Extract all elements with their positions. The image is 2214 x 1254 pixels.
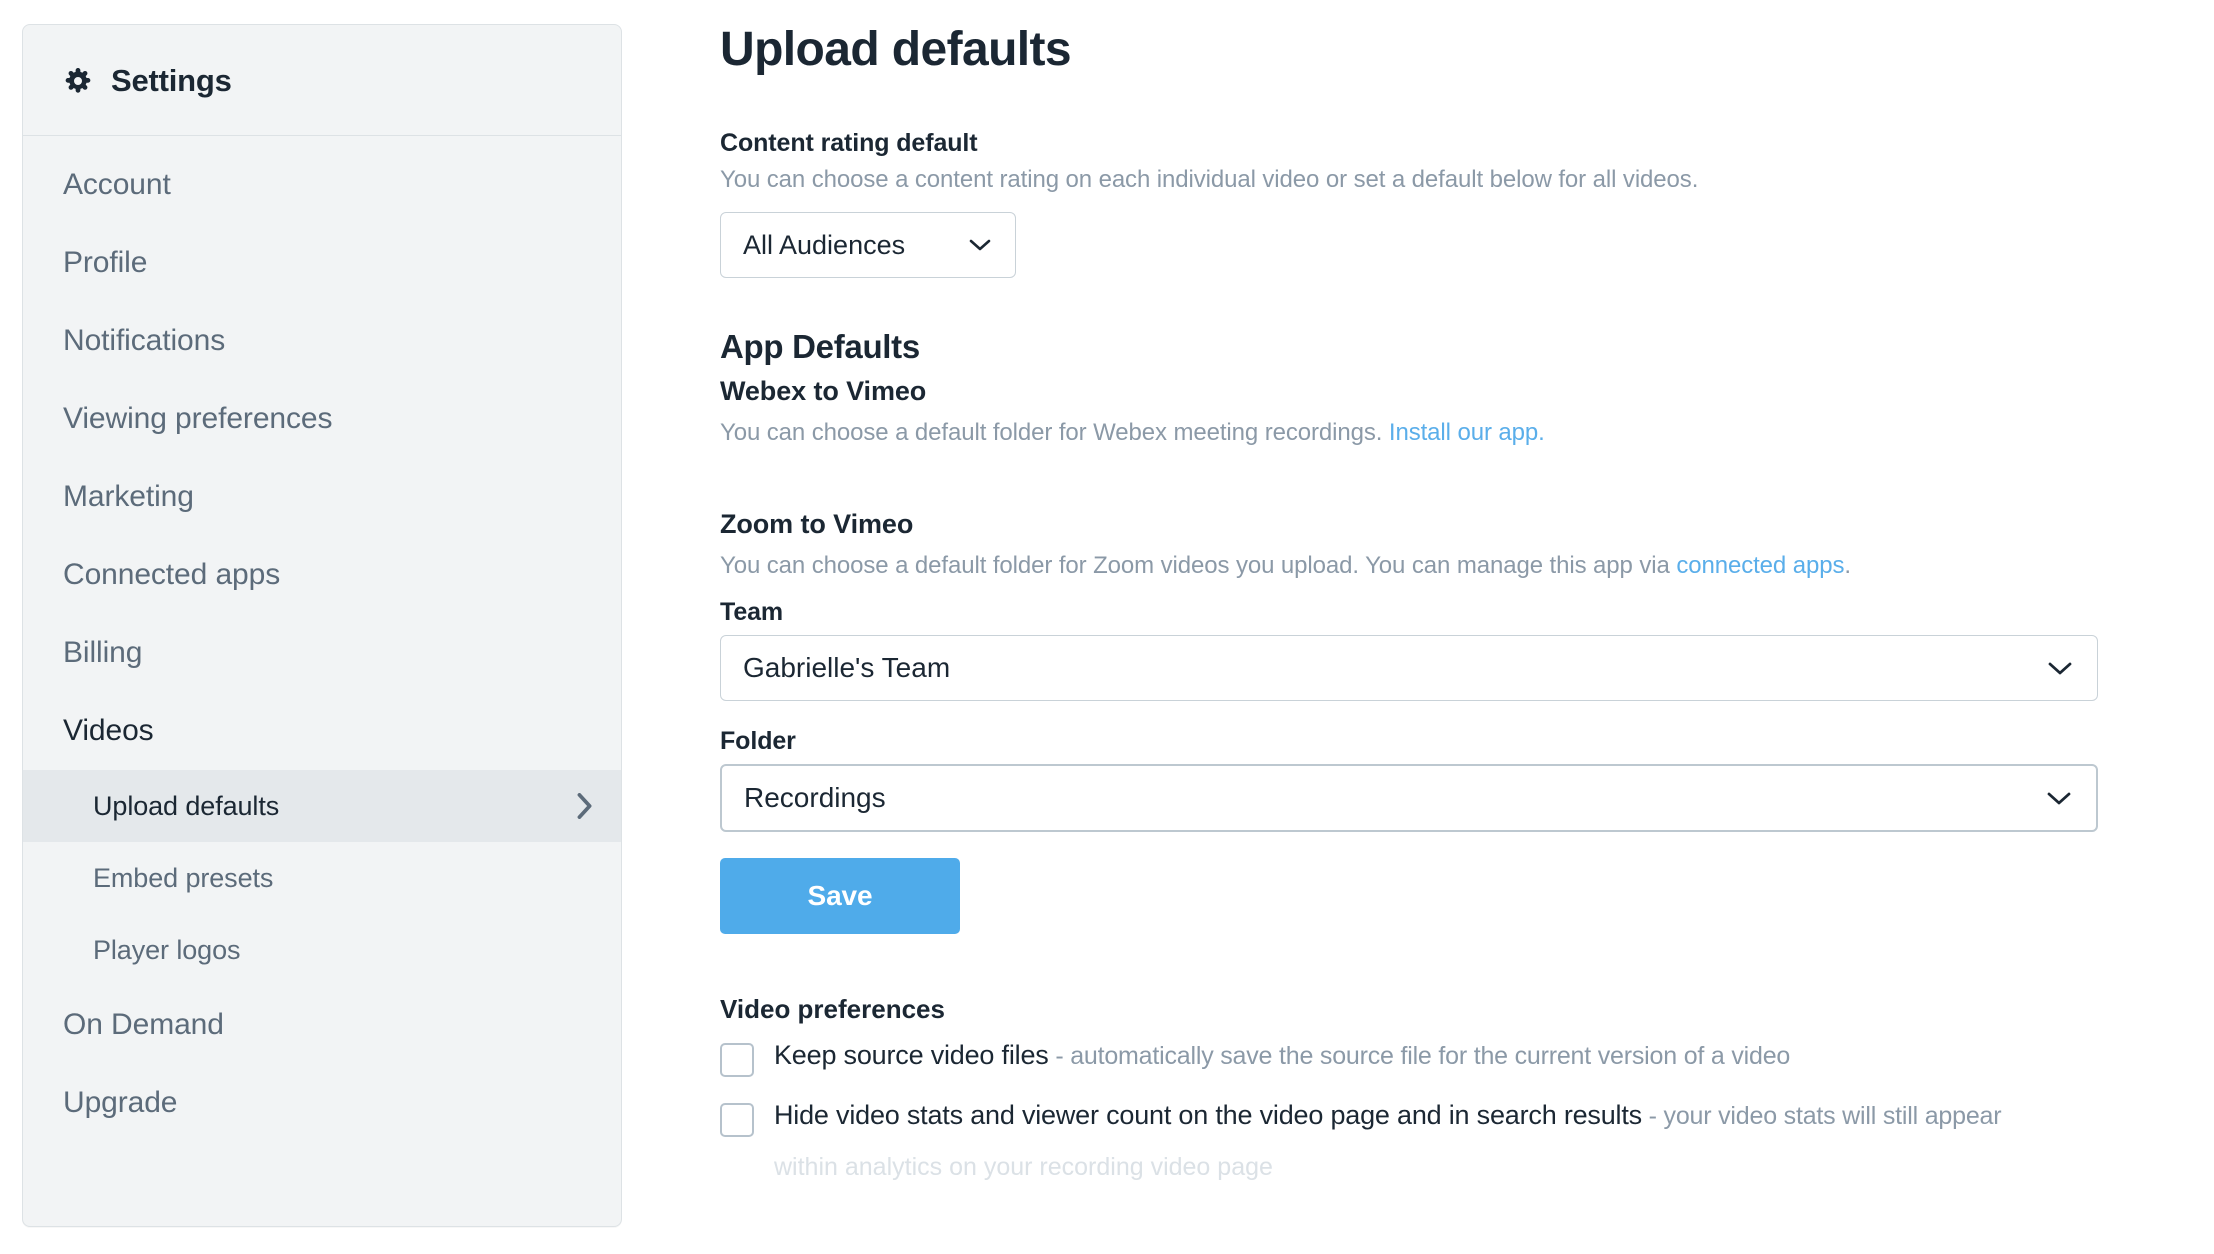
zoom-heading: Zoom to Vimeo — [720, 509, 914, 539]
content-rating-value: All Audiences — [743, 229, 906, 260]
sidebar-item-label: Upload defaults — [93, 790, 280, 821]
content-rating-description: You can choose a content rating on each … — [720, 166, 1699, 193]
sidebar-item-videos[interactable]: Videos — [23, 692, 621, 770]
sidebar-item-label: On Demand — [63, 1008, 224, 1041]
sidebar-item-label: Upgrade — [63, 1086, 178, 1119]
folder-select-value: Recordings — [744, 782, 886, 813]
bottom-fade-overlay — [640, 1214, 2214, 1254]
hide-video-stats-label: Hide video stats and viewer count on the… — [774, 1099, 2002, 1133]
sidebar-item-label: Connected apps — [63, 558, 281, 591]
content-rating-section: Content rating default You can choose a … — [720, 129, 2214, 278]
save-button[interactable]: Save — [720, 858, 960, 934]
team-label: Team — [720, 598, 784, 626]
preference-row-hide-stats: Hide video stats and viewer count on the… — [720, 1099, 2214, 1137]
sidebar-item-viewing-preferences[interactable]: Viewing preferences — [23, 380, 621, 458]
sidebar-item-label: Marketing — [63, 480, 194, 513]
content-rating-select[interactable]: All Audiences — [720, 212, 1016, 278]
preference-hint: - automatically save the source file for… — [1048, 1042, 1791, 1070]
sidebar-item-on-demand[interactable]: On Demand — [23, 986, 621, 1064]
sidebar-nav: Account Profile Notifications Viewing pr… — [23, 136, 621, 1142]
sidebar-header: Settings — [23, 25, 621, 136]
sidebar-item-player-logos[interactable]: Player logos — [23, 914, 621, 986]
sidebar-item-profile[interactable]: Profile — [23, 224, 621, 302]
install-our-app-link[interactable]: Install our app. — [1389, 419, 1545, 446]
keep-source-video-files-label: Keep source video files - automatically … — [774, 1039, 1790, 1073]
connected-apps-link[interactable]: connected apps — [1676, 552, 1844, 579]
sidebar-item-label: Profile — [63, 246, 148, 279]
chevron-down-icon — [969, 238, 995, 252]
zoom-description-suffix: . — [1844, 552, 1851, 579]
hide-video-stats-checkbox[interactable] — [720, 1103, 754, 1137]
app-defaults-heading: App Defaults — [720, 328, 920, 365]
sidebar-item-notifications[interactable]: Notifications — [23, 302, 621, 380]
page-title: Upload defaults — [720, 23, 1072, 76]
sidebar-item-label: Notifications — [63, 324, 226, 357]
settings-sidebar: Settings Account Profile Notifications V… — [22, 24, 622, 1227]
chevron-right-icon — [577, 793, 593, 819]
chevron-down-icon — [2047, 660, 2073, 676]
folder-select[interactable]: Recordings — [720, 764, 2098, 832]
sidebar-item-label: Viewing preferences — [63, 402, 333, 435]
zoom-description-text: You can choose a default folder for Zoom… — [720, 552, 1677, 579]
sidebar-item-label: Billing — [63, 636, 143, 669]
chevron-down-icon — [2046, 790, 2072, 806]
video-preferences-heading: Video preferences — [720, 994, 945, 1024]
settings-page: Settings Account Profile Notifications V… — [0, 0, 2214, 1254]
gear-icon — [63, 66, 93, 96]
sidebar-item-account[interactable]: Account — [23, 146, 621, 224]
team-select-value: Gabrielle's Team — [743, 652, 951, 683]
sidebar-container: Settings Account Profile Notifications V… — [0, 0, 640, 1254]
webex-description: You can choose a default folder for Webe… — [720, 419, 2214, 447]
sidebar-item-label: Embed presets — [93, 862, 274, 893]
sidebar-item-upload-defaults[interactable]: Upload defaults — [23, 770, 621, 842]
main-content: Upload defaults Content rating default Y… — [640, 0, 2214, 1254]
preference-label: Keep source video files — [774, 1040, 1049, 1070]
preference-hint-line2: within analytics on your recording video… — [774, 1153, 1273, 1181]
sidebar-item-label: Account — [63, 168, 171, 201]
preference-label: Hide video stats and viewer count on the… — [774, 1100, 1642, 1130]
webex-description-text: You can choose a default folder for Webe… — [720, 419, 1389, 446]
sidebar-item-connected-apps[interactable]: Connected apps — [23, 536, 621, 614]
sidebar-item-billing[interactable]: Billing — [23, 614, 621, 692]
content-rating-label: Content rating default — [720, 129, 978, 157]
sidebar-item-embed-presets[interactable]: Embed presets — [23, 842, 621, 914]
sidebar-item-upgrade[interactable]: Upgrade — [23, 1064, 621, 1142]
zoom-description: You can choose a default folder for Zoom… — [720, 552, 2214, 580]
sidebar-item-label: Player logos — [93, 934, 241, 965]
webex-heading: Webex to Vimeo — [720, 376, 927, 406]
sidebar-title: Settings — [111, 63, 232, 98]
preference-row-keep-source: Keep source video files - automatically … — [720, 1039, 2214, 1077]
preference-hint: - your video stats will still appear — [1641, 1102, 2002, 1130]
folder-label: Folder — [720, 727, 796, 755]
sidebar-item-label: Videos — [63, 714, 154, 747]
team-select[interactable]: Gabrielle's Team — [720, 635, 2098, 701]
sidebar-item-marketing[interactable]: Marketing — [23, 458, 621, 536]
keep-source-video-files-checkbox[interactable] — [720, 1043, 754, 1077]
